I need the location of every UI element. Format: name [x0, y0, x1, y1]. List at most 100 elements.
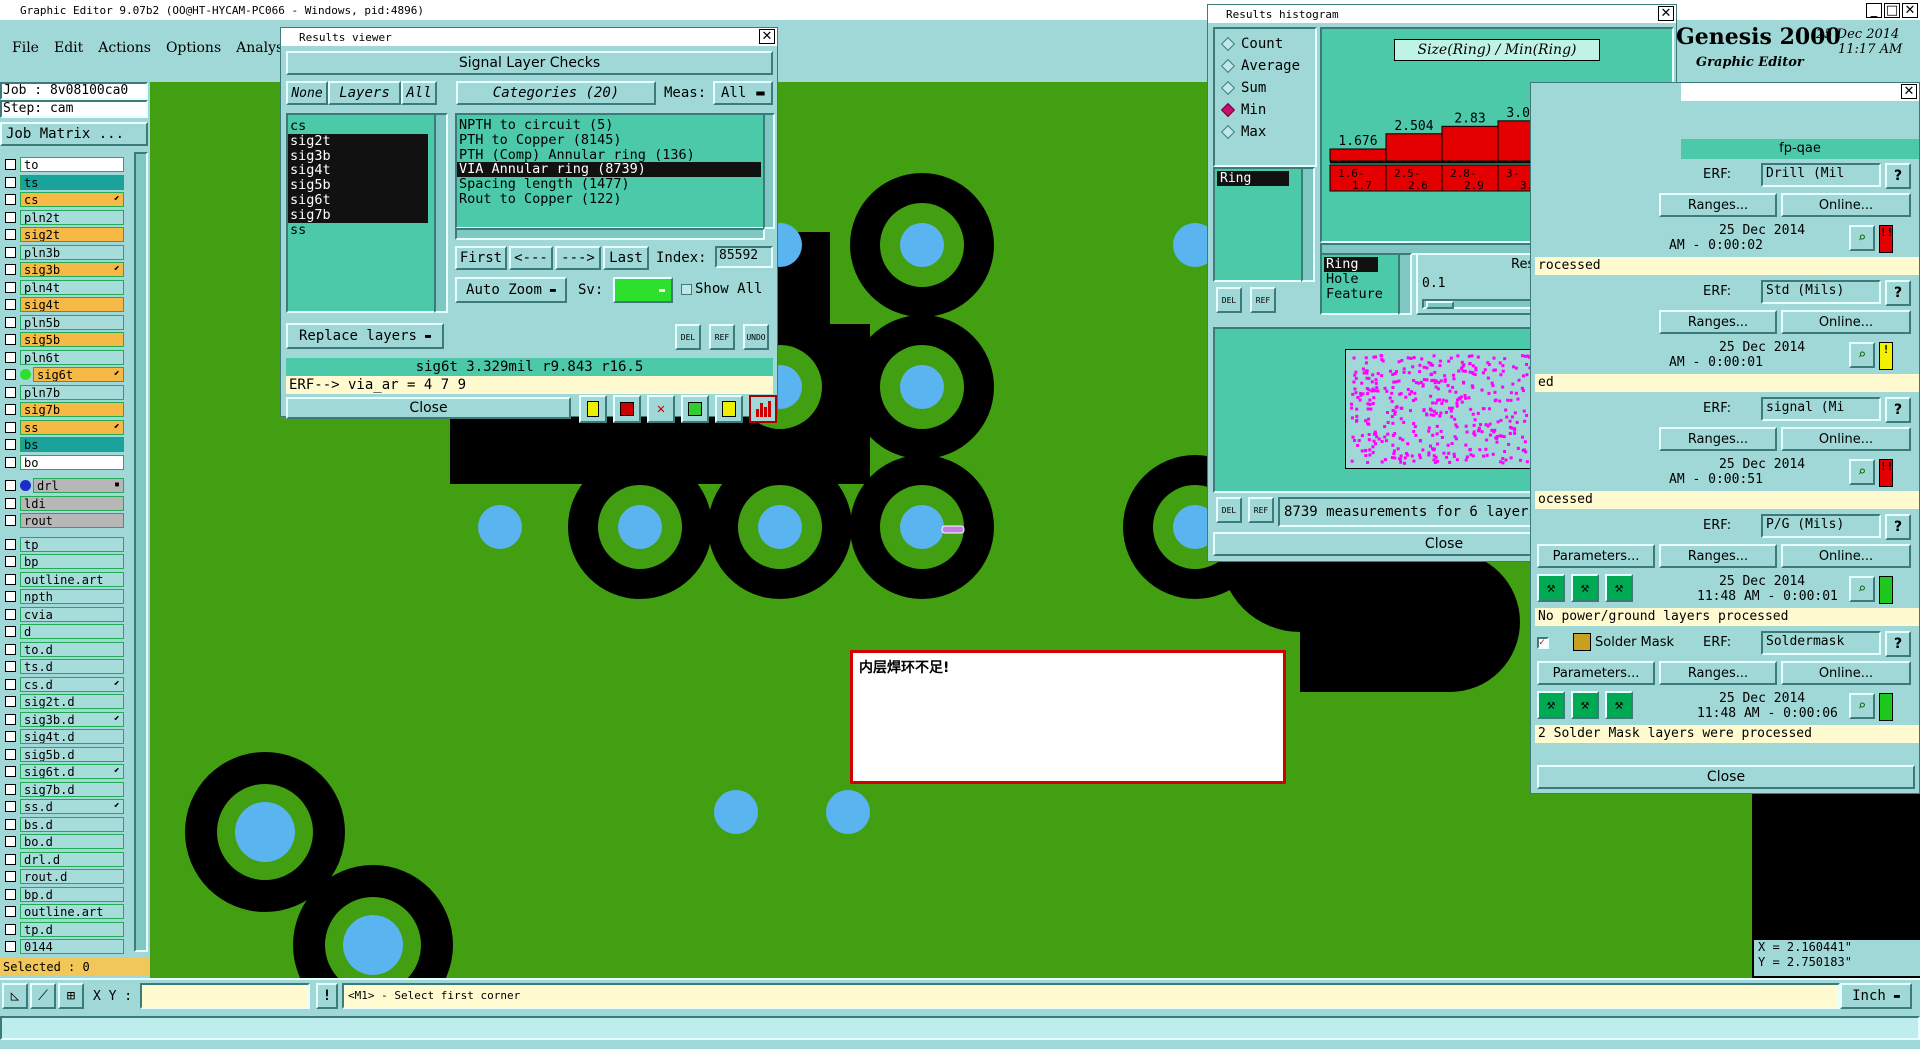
layer-checkbox[interactable]: [5, 421, 16, 433]
layer-row[interactable]: rout.d: [0, 868, 150, 886]
layer-select-item[interactable]: ss: [288, 222, 434, 238]
layer-row[interactable]: sig5b.d: [0, 746, 150, 764]
category-item[interactable]: PTH (Comp) Annular ring (136): [457, 147, 763, 163]
category-item[interactable]: VIA Annular ring (8739): [457, 162, 761, 178]
category-item[interactable]: Rout to Copper (122): [457, 192, 763, 207]
radio-icon[interactable]: [1220, 102, 1236, 118]
layer-name[interactable]: sig2t.d: [20, 694, 124, 710]
layer-row[interactable]: ts.d: [0, 658, 150, 676]
layer-checkbox[interactable]: [5, 766, 16, 778]
layer-select-item[interactable]: cs: [288, 119, 434, 134]
layer-select-item[interactable]: sig2t: [288, 133, 428, 149]
none-button[interactable]: None: [286, 81, 328, 105]
layer-name[interactable]: sig2t: [20, 227, 124, 243]
layer-row[interactable]: sig3b.d ⬋: [0, 711, 150, 729]
layer-name[interactable]: tp.d: [20, 921, 124, 937]
clear-icon[interactable]: ✕: [647, 395, 675, 423]
help-icon[interactable]: ?: [1885, 280, 1911, 306]
layer-checkbox[interactable]: [5, 696, 16, 708]
layer-checkbox[interactable]: [5, 369, 16, 381]
menu-file[interactable]: File: [12, 40, 39, 62]
layer-name[interactable]: sig5b.d: [20, 746, 124, 762]
layer-name[interactable]: to: [20, 157, 124, 173]
run-icon[interactable]: ⚒: [1571, 691, 1599, 719]
layer-checkbox[interactable]: [5, 456, 16, 468]
radio-icon[interactable]: [1220, 58, 1236, 74]
layer-select-item[interactable]: sig4t: [288, 163, 428, 179]
prev-button[interactable]: <---: [509, 246, 553, 270]
category-item[interactable]: PTH to Copper (8145): [457, 132, 763, 148]
layer-checkbox[interactable]: [5, 439, 16, 451]
grid-tool-icon[interactable]: ⊞: [58, 983, 84, 1009]
layer-name[interactable]: bs: [20, 437, 124, 453]
layer-row[interactable]: cvia: [0, 606, 150, 624]
layer-row[interactable]: 0144: [0, 938, 150, 956]
menu-options[interactable]: Options: [166, 40, 221, 62]
online-button[interactable]: Online...: [1781, 310, 1911, 334]
layer-checkbox[interactable]: [5, 480, 16, 492]
online-button[interactable]: Online...: [1781, 427, 1911, 451]
zoom-icon[interactable]: ⌕: [1849, 225, 1875, 251]
layer-checkbox[interactable]: [5, 643, 16, 655]
run-icon[interactable]: ⚒: [1605, 691, 1633, 719]
layer-name[interactable]: npth: [20, 589, 124, 605]
layer-name[interactable]: ss.d: [20, 799, 124, 815]
layer-row[interactable]: sig5b: [0, 331, 150, 349]
histogram-icon[interactable]: [749, 395, 777, 423]
layer-checkbox[interactable]: [5, 159, 16, 171]
minimap[interactable]: [1345, 349, 1535, 469]
layer-row[interactable]: ss.d ⬋: [0, 798, 150, 816]
layer-checkbox[interactable]: [5, 923, 16, 935]
online-button[interactable]: Online...: [1781, 661, 1911, 685]
results-viewer-close-icon[interactable]: ✕: [759, 29, 775, 44]
ranges-button[interactable]: Ranges...: [1659, 193, 1777, 217]
layer-scrollbar[interactable]: [134, 152, 148, 952]
help-icon[interactable]: ?: [1885, 631, 1911, 657]
layer-checkbox[interactable]: [5, 661, 16, 673]
layer-name[interactable]: bp.d: [20, 886, 124, 902]
layer-row[interactable]: ldi: [0, 495, 150, 513]
run-icon[interactable]: ⚒: [1537, 574, 1565, 602]
hist-del-icon[interactable]: DEL: [1216, 287, 1242, 313]
layer-checkbox[interactable]: [5, 941, 16, 953]
layer-name[interactable]: sig4t.d: [20, 729, 124, 745]
all-button[interactable]: All: [401, 81, 437, 105]
layer-checkbox[interactable]: [5, 404, 16, 416]
layer-checkbox[interactable]: [5, 836, 16, 848]
layer-name[interactable]: sig5b: [20, 332, 124, 348]
parameters-button[interactable]: Parameters...: [1537, 661, 1655, 685]
hist2-ref-icon[interactable]: REF: [1248, 497, 1274, 523]
layer-checkbox[interactable]: [5, 281, 16, 293]
layer-select-item[interactable]: sig3b: [288, 148, 428, 164]
job-matrix-button[interactable]: Job Matrix ...: [0, 122, 148, 146]
layer-row[interactable]: pln7b: [0, 384, 150, 402]
layer-row[interactable]: ss ⬋: [0, 419, 150, 437]
layer-row[interactable]: bo.d: [0, 833, 150, 851]
layer-name[interactable]: sig7b: [20, 402, 124, 418]
radio-icon[interactable]: [1220, 80, 1236, 96]
layers-button[interactable]: Layers: [328, 81, 401, 105]
feature-item[interactable]: Hole: [1324, 271, 1398, 287]
last-button[interactable]: Last: [603, 246, 649, 270]
erf-field[interactable]: P/G (Mils): [1761, 514, 1881, 538]
layer-checkbox[interactable]: [5, 334, 16, 346]
layer-row[interactable]: sig3b ⬋: [0, 261, 150, 279]
layer-name[interactable]: cvia: [20, 606, 124, 622]
layer-checkbox[interactable]: [5, 176, 16, 188]
layer-checkbox[interactable]: [5, 386, 16, 398]
zoom-icon[interactable]: ⌕: [1849, 459, 1875, 485]
ring-list-item[interactable]: Ring: [1217, 171, 1289, 186]
feature-item[interactable]: Feature: [1324, 286, 1398, 302]
erf-field[interactable]: Drill (Mil: [1761, 163, 1881, 187]
layer-checkbox[interactable]: [5, 608, 16, 620]
measure-option[interactable]: Average: [1215, 55, 1315, 77]
category-list[interactable]: NPTH to circuit (5) PTH to Copper (8145) P…: [455, 113, 765, 229]
online-button[interactable]: Online...: [1781, 544, 1911, 568]
show-all-checkbox[interactable]: [681, 284, 692, 295]
layer-row[interactable]: pln4t: [0, 279, 150, 297]
run-icon[interactable]: ⚒: [1571, 574, 1599, 602]
layer-row[interactable]: pln3b: [0, 244, 150, 262]
layer-name[interactable]: pln2t: [20, 209, 124, 225]
layer-row[interactable]: sig7b.d: [0, 781, 150, 799]
layer-name[interactable]: pln7b: [20, 384, 124, 400]
